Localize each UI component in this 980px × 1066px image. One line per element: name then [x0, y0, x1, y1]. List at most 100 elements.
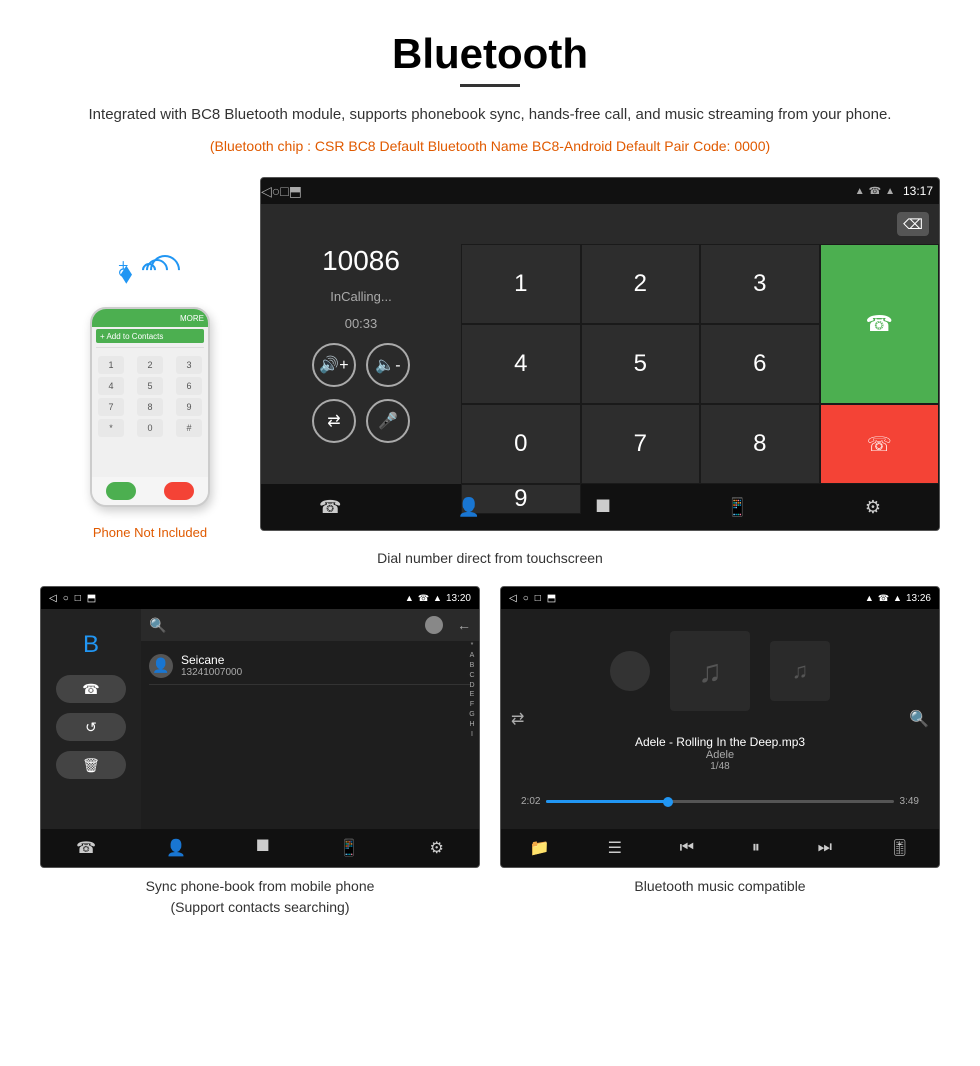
- music-play-icon[interactable]: ⏸: [752, 839, 760, 857]
- title-underline: [460, 84, 520, 87]
- delete-sidebar-button[interactable]: 🗑: [56, 751, 126, 779]
- key-6[interactable]: 6: [700, 324, 820, 404]
- status-time: 13:17: [903, 184, 933, 198]
- refresh-icon: ↺: [85, 719, 97, 736]
- delete-button[interactable]: ⌫: [897, 212, 929, 236]
- contacts-icon[interactable]: 👤: [457, 497, 479, 518]
- pb-phone-icon[interactable]: 📱: [339, 838, 359, 858]
- status-wifi-icon: ▲: [885, 186, 895, 197]
- search-circle: [425, 616, 443, 634]
- call-log-icon[interactable]: ☎: [319, 497, 341, 518]
- volume-down-button[interactable]: 🔈-: [366, 343, 410, 387]
- music-progress-row: 2:02 3:49: [511, 796, 929, 807]
- key-1: 1: [98, 356, 124, 374]
- music-prev-icon[interactable]: ⏮: [680, 839, 694, 857]
- music-home-icon: ○: [523, 593, 529, 604]
- pb-contacts-icon[interactable]: 👤: [166, 838, 186, 858]
- bluetooth-info: (Bluetooth chip : CSR BC8 Default Blueto…: [40, 135, 940, 157]
- music-nav-icons: ◁ ○ □ ⬒: [509, 593, 556, 604]
- key-1[interactable]: 1: [461, 244, 581, 324]
- phone-mock-menu: MORE: [180, 314, 204, 323]
- back-arrow-icon: ←: [457, 617, 471, 633]
- keypad-icon[interactable]: ⯀: [596, 497, 610, 518]
- dial-content: 10086 InCalling... 00:33 🔊+ 🔈- ⇄: [261, 204, 939, 484]
- end-call-button[interactable]: ☏: [820, 404, 940, 484]
- bt-icon: B: [83, 631, 99, 659]
- contact-icon: 👤: [152, 657, 169, 674]
- key-7[interactable]: 7: [581, 404, 701, 484]
- mute-button[interactable]: 🎤: [366, 399, 410, 443]
- refresh-sidebar-button[interactable]: ↺: [56, 713, 126, 741]
- pb-calls-icon[interactable]: ☎: [76, 838, 96, 858]
- key-8[interactable]: 8: [700, 404, 820, 484]
- music-location-icon: ▲: [865, 593, 874, 603]
- phonebook-screen: ◁ ○ □ ⬒ ▲ ☎ ▲ 13:20 B: [40, 586, 480, 868]
- alpha-a: A: [465, 651, 479, 661]
- phone-settings-icon[interactable]: 📱: [726, 497, 748, 518]
- nav-home-icon: ○: [272, 183, 280, 199]
- status-location-icon: ▲: [855, 186, 865, 197]
- pb-keypad-icon[interactable]: ⯀: [256, 839, 269, 857]
- music-status-right: ▲ ☎ ▲ 13:26: [865, 593, 931, 604]
- dial-right-panel: ⌫ 1 2 3 ☎ 4 5 6 0 7: [461, 204, 939, 484]
- music-total-time: 3:49: [900, 796, 919, 807]
- volume-up-icon: 🔊+: [319, 355, 348, 375]
- dial-timer: 00:33: [345, 316, 378, 331]
- volume-up-button[interactable]: 🔊+: [312, 343, 356, 387]
- alpha-f: F: [465, 700, 479, 710]
- dial-nav-bar: ◁ ○ □ ⬒ ▲ ☎ ▲ 13:17: [261, 178, 939, 204]
- contact-info: Seicane 13241007000: [181, 653, 242, 678]
- phone-mock-top: MORE: [92, 309, 208, 327]
- music-body: ♫ ♫ ⇄ 🔍 Adele - Rolling In the Deep.mp3 …: [501, 609, 939, 829]
- key-4[interactable]: 4: [461, 324, 581, 404]
- dial-controls-row2: ⇄ 🎤: [312, 399, 410, 443]
- phonebook-contacts: 👤 Seicane 13241007000: [141, 641, 479, 691]
- nav-screen-icon: ⬒: [289, 183, 302, 200]
- pb-settings-icon[interactable]: ⚙: [430, 838, 444, 858]
- key-2[interactable]: 2: [581, 244, 701, 324]
- phonebook-search-row: 🔍 ←: [141, 609, 479, 641]
- music-search-icon[interactable]: 🔍: [909, 709, 929, 729]
- end-call-icon: ☏: [867, 432, 892, 457]
- music-folder-icon[interactable]: 📁: [530, 838, 550, 858]
- bottom-screenshots: ◁ ○ □ ⬒ ▲ ☎ ▲ 13:20 B: [40, 586, 940, 918]
- music-next-icon[interactable]: ⏭: [818, 839, 832, 857]
- key-3: 3: [176, 356, 202, 374]
- bt-symbol: ♁: [112, 252, 135, 286]
- music-screen: ◁ ○ □ ⬒ ▲ ☎ ▲ 13:26: [500, 586, 940, 868]
- pb-back-icon: ◁: [49, 593, 57, 604]
- shuffle-icon[interactable]: ⇄: [511, 709, 524, 729]
- key-0: 0: [137, 419, 163, 437]
- phone-mock-body: 1 2 3 4 5 6 7 8 9: [92, 352, 208, 444]
- music-note-icon-2: ♫: [792, 658, 809, 684]
- dial-caption: Dial number direct from touchscreen: [40, 550, 940, 566]
- music-progress-bar[interactable]: [546, 800, 893, 803]
- alpha-b: B: [465, 661, 479, 671]
- wave-arc-3: [144, 249, 186, 291]
- volume-down-icon: 🔈-: [375, 355, 400, 375]
- music-list-icon[interactable]: ☰: [608, 838, 622, 858]
- search-icon: 🔍: [149, 617, 166, 634]
- alpha-e: E: [465, 690, 479, 700]
- alpha-h: H: [465, 720, 479, 730]
- key-4: 4: [98, 377, 124, 395]
- key-6: 6: [176, 377, 202, 395]
- artist-name: Adele: [635, 749, 805, 761]
- dial-number: 10086: [322, 245, 400, 277]
- settings-icon[interactable]: ⚙: [865, 497, 881, 518]
- key-star: *: [98, 419, 124, 437]
- main-section: ⬧ ♁ MORE + Add to Contacts: [40, 177, 940, 540]
- key-3[interactable]: 3: [700, 244, 820, 324]
- phone-mockup: MORE + Add to Contacts 1 2 3 4 5: [90, 307, 210, 507]
- bluetooth-sidebar-icon: B: [71, 625, 111, 665]
- call-sidebar-button[interactable]: ☎: [56, 675, 126, 703]
- key-5[interactable]: 5: [581, 324, 701, 404]
- phonebook-body: B ☎ ↺ 🗑 🔍: [41, 609, 479, 829]
- transfer-button[interactable]: ⇄: [312, 399, 356, 443]
- call-button[interactable]: ☎: [820, 244, 940, 404]
- music-art-row: ♫ ♫: [610, 631, 830, 711]
- key-0[interactable]: 0: [461, 404, 581, 484]
- alpha-c: C: [465, 671, 479, 681]
- music-time: 13:26: [906, 593, 931, 604]
- music-eq-icon[interactable]: 🎚: [890, 838, 910, 858]
